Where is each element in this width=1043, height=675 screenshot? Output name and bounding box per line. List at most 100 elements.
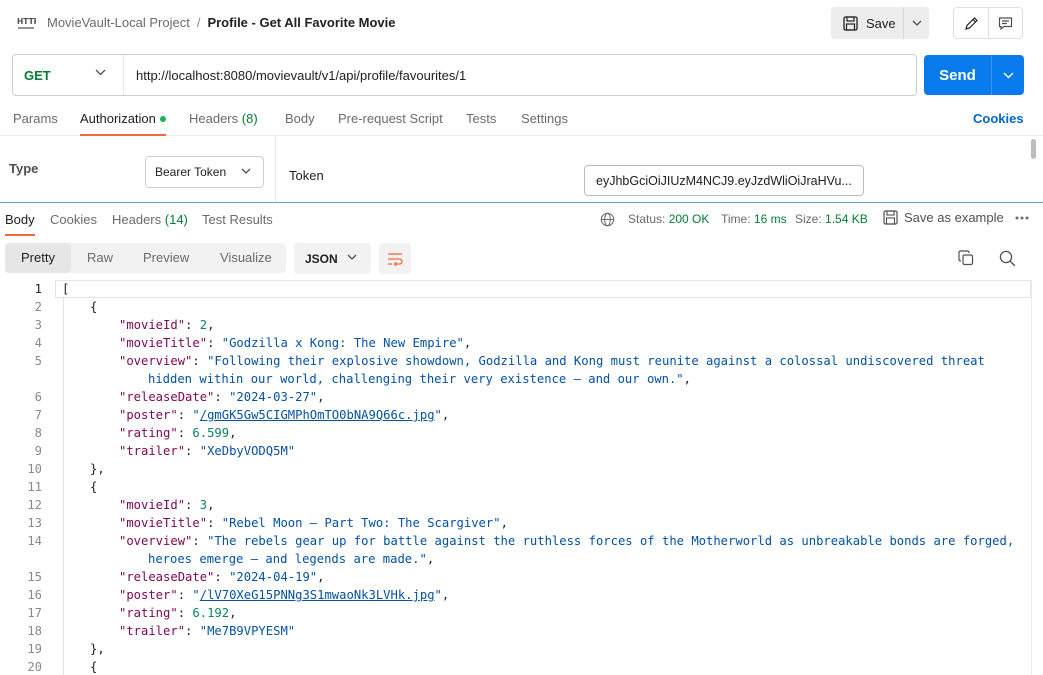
code-line: }, — [90, 640, 105, 658]
save-as-example-button[interactable]: Save as example — [883, 210, 1004, 225]
code-line: "movieId": 2, — [119, 318, 215, 332]
code-line: [ — [62, 280, 69, 298]
json-string: "Following their explosive showdown, God… — [207, 354, 985, 368]
tab-response-headers[interactable]: Headers (14) — [112, 212, 188, 236]
code-line: "overview": "Following their explosive s… — [119, 354, 985, 368]
line-number: 6 — [34, 390, 42, 404]
json-punct: }, — [90, 642, 105, 656]
json-link[interactable]: /gmGK5Gw5CIGMPhOmTO0bNA9Q66c.jpg — [200, 408, 435, 422]
auth-divider — [275, 136, 276, 202]
url-input[interactable]: http://localhost:8080/movievault/v1/api/… — [124, 68, 466, 83]
authorization-panel: Type Bearer Token Token eyJhbGciOiJIUzM4… — [0, 136, 1043, 202]
json-string: "XeDbyVODQ5M" — [199, 444, 296, 458]
status-readout[interactable]: Status: 200 OK — [628, 212, 709, 226]
chevron-down-icon — [1003, 72, 1013, 78]
json-key: "movieTitle" — [119, 336, 208, 350]
comment-icon — [998, 16, 1013, 30]
line-number: 10 — [27, 462, 42, 476]
time-readout[interactable]: Time: 16 ms — [721, 212, 787, 226]
json-link[interactable]: /lV70XeG15PNNg3S1mwaoNk3LVHk.jpg — [200, 588, 435, 602]
editor-scrollbar[interactable] — [1031, 280, 1032, 675]
save-options-button[interactable] — [903, 7, 929, 39]
code-line: { — [90, 298, 97, 316]
json-key: "movieTitle" — [119, 516, 208, 530]
code-line: "releaseDate": "2024-03-27", — [119, 390, 325, 404]
chevron-down-icon — [347, 254, 357, 260]
wrap-lines-icon — [388, 252, 403, 266]
request-name[interactable]: Profile - Get All Favorite Movie — [207, 15, 395, 30]
line-number: 17 — [27, 606, 42, 620]
active-indicator-dot — [159, 115, 166, 122]
json-number: 6.599 — [192, 426, 230, 440]
tab-test-results[interactable]: Test Results — [202, 212, 273, 236]
tab-headers[interactable]: Headers (8) — [189, 111, 258, 136]
json-key: "trailer" — [119, 624, 186, 638]
tab-authorization[interactable]: Authorization — [80, 111, 166, 136]
auth-type-select[interactable]: Bearer Token — [145, 156, 264, 188]
json-key: "overview" — [119, 354, 193, 368]
comments-button[interactable] — [988, 8, 1022, 38]
tab-settings[interactable]: Settings — [521, 111, 568, 136]
save-icon — [883, 210, 898, 225]
request-header: HTTP MovieVault-Local Project / Profile … — [0, 0, 1043, 46]
send-options-button[interactable] — [991, 55, 1024, 95]
json-key: "poster" — [119, 588, 178, 602]
size-readout[interactable]: Size: 1.54 KB — [795, 212, 868, 226]
json-key: "movieId" — [119, 318, 186, 332]
response-body-editor[interactable]: 1 2 3 4 5 6 7 8 9 10 11 12 13 14 15 16 1… — [0, 280, 1043, 675]
tab-response-body[interactable]: Body — [5, 212, 35, 236]
method-select[interactable]: GET — [13, 55, 124, 95]
cookies-link[interactable]: Cookies — [973, 111, 1024, 126]
tab-tests[interactable]: Tests — [466, 111, 496, 136]
format-select[interactable]: JSON — [294, 243, 371, 274]
search-icon[interactable] — [999, 250, 1016, 267]
auth-scrollbar[interactable] — [1031, 139, 1036, 159]
tab-params[interactable]: Params — [13, 111, 58, 136]
tab-authorization-label: Authorization — [80, 111, 156, 126]
json-key: "overview" — [119, 534, 193, 548]
code-line: heroes emerge — and legends are made.", — [148, 552, 435, 566]
time-label: Time: — [721, 212, 751, 226]
copy-icon[interactable] — [958, 250, 974, 266]
code-line: "movieTitle": "Rebel Moon – Part Two: Th… — [119, 516, 508, 530]
tab-body[interactable]: Body — [285, 111, 315, 136]
code-line: "rating": 6.599, — [119, 426, 237, 440]
tab-headers-label: Headers — [189, 111, 239, 126]
headers-count: (8) — [241, 111, 258, 126]
save-label: Save — [866, 15, 896, 31]
globe-icon[interactable] — [600, 212, 615, 227]
save-icon — [843, 15, 858, 31]
wrap-lines-button[interactable] — [379, 243, 411, 274]
token-label: Token — [289, 168, 324, 183]
json-number: 3 — [199, 498, 208, 512]
http-request-icon: HTTP — [17, 17, 36, 29]
save-button[interactable]: Save — [831, 7, 903, 39]
tab-pre-request-script[interactable]: Pre-request Script — [338, 111, 443, 136]
json-punct: [ — [62, 282, 70, 296]
breadcrumb-collection[interactable]: MovieVault-Local Project — [47, 15, 190, 30]
json-punct: { — [90, 480, 98, 494]
token-field[interactable]: eyJhbGciOiJIUzM4NCJ9.eyJzdWliOiJraHVu... — [584, 165, 864, 196]
code-line: "trailer": "XeDbyVODQ5M" — [119, 444, 296, 458]
edit-button[interactable] — [954, 8, 988, 38]
json-number: 6.192 — [192, 606, 230, 620]
view-visualize[interactable]: Visualize — [220, 250, 272, 265]
line-number: 5 — [34, 354, 42, 368]
code-line: "rating": 6.192, — [119, 606, 237, 620]
json-punct: { — [90, 660, 98, 674]
tab-response-cookies[interactable]: Cookies — [50, 212, 97, 236]
code-line: "movieTitle": "Godzilla x Kong: The New … — [119, 336, 472, 350]
auth-type-label: Type — [9, 161, 39, 176]
more-options-icon[interactable] — [1014, 212, 1030, 224]
view-pretty[interactable]: Pretty — [21, 250, 55, 265]
json-number: 2 — [199, 318, 208, 332]
line-number: 8 — [34, 426, 42, 440]
json-string: "2024-04-19" — [229, 570, 318, 584]
send-button[interactable]: Send — [924, 55, 991, 95]
indent-guide — [63, 298, 64, 675]
method-label: GET — [24, 67, 51, 83]
view-mode-group: Pretty Raw Preview Visualize — [5, 243, 286, 273]
tab-response-headers-label: Headers — [112, 212, 162, 227]
view-preview[interactable]: Preview — [143, 250, 189, 265]
view-raw[interactable]: Raw — [87, 250, 113, 265]
